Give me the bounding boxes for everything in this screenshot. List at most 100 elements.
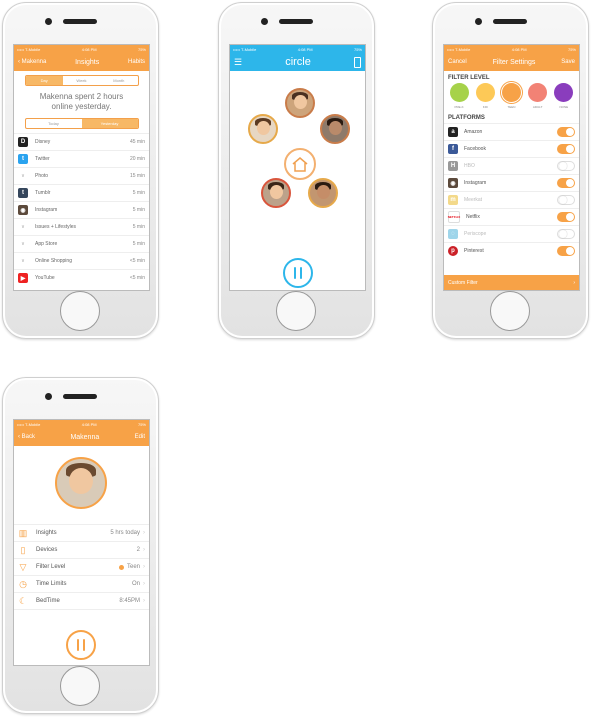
filter-level-heading: FILTER LEVEL — [448, 75, 490, 81]
netflix-icon: NETFLIX — [448, 211, 460, 223]
toggle-switch[interactable] — [557, 127, 575, 137]
level-kid[interactable]: KID — [475, 83, 495, 109]
clock: 4:08 PM — [297, 46, 313, 52]
list-item[interactable]: ▥ Insights 5 hrs today › — [14, 524, 149, 541]
nav-title: Makenna — [70, 433, 100, 441]
home-button[interactable] — [490, 291, 530, 331]
cancel-button[interactable]: Cancel — [448, 59, 467, 65]
avatar[interactable] — [308, 178, 338, 208]
phone-filters: ••••• T-Mobile 4:08 PM 75% Cancel Filter… — [432, 2, 589, 339]
instagram-icon: ◉ — [18, 205, 28, 215]
nav-title: Insights — [75, 58, 100, 66]
profile-avatar[interactable] — [55, 457, 107, 509]
toggle-switch[interactable] — [557, 212, 575, 222]
pause-button[interactable] — [66, 630, 96, 660]
tab-today[interactable]: Today — [26, 119, 82, 128]
list-item[interactable]: ∨ Online Shopping <5 min — [14, 252, 149, 269]
list-item[interactable]: ∨ App Store 5 min — [14, 235, 149, 252]
back-button[interactable]: ‹ Makenna — [18, 59, 46, 65]
pause-icon — [294, 267, 296, 279]
list-item[interactable]: ◷ Time Limits On › — [14, 575, 149, 592]
status-bar: ••••• T-Mobile 4:08 PM 75% — [444, 45, 579, 53]
level-teen[interactable]: TEEN — [501, 83, 521, 109]
nav-bar: ‹ Back Makenna Edit — [14, 428, 149, 446]
habits-button[interactable]: Habits — [128, 59, 145, 65]
speaker — [63, 394, 97, 399]
camera — [261, 18, 268, 25]
device-icon[interactable] — [354, 56, 361, 68]
usage-summary: Makenna spent 2 hours online yesterday. — [39, 92, 124, 111]
status-bar: ••••• T-Mobile 4:08 PM 75% — [14, 45, 149, 53]
list-item: a Amazon — [444, 123, 579, 140]
tab-yesterday[interactable]: Yesterday — [81, 119, 138, 128]
home-button[interactable] — [276, 291, 316, 331]
list-item: f Facebook — [444, 140, 579, 157]
status-bar: ••••• T-Mobile 4:08 PM 75% — [14, 420, 149, 428]
custom-filter-label: Custom Filter — [448, 279, 478, 286]
tab-day[interactable]: Day — [25, 76, 63, 85]
level-none[interactable]: NONE — [554, 83, 574, 109]
chevron-right-icon: › — [143, 547, 145, 553]
menu-icon[interactable]: ☰ — [234, 57, 242, 68]
toggle-switch[interactable] — [557, 229, 575, 239]
phone-profile: ••••• T-Mobile 4:08 PM 75% ‹ Back Makenn… — [2, 377, 159, 714]
toggle-switch[interactable] — [557, 144, 575, 154]
amazon-icon: a — [448, 127, 458, 137]
toggle-switch[interactable] — [557, 161, 575, 171]
edit-button[interactable]: Edit — [135, 434, 145, 440]
list-item[interactable]: ☾ BedTime 8:45PM › — [14, 592, 149, 610]
avatar[interactable] — [261, 178, 291, 208]
meerkat-icon: m — [448, 195, 458, 205]
phone-home: ••••• T-Mobile 4:08 PM 75% ☰ circle — [218, 2, 375, 339]
list-item[interactable]: ▶ YouTube <5 min — [14, 269, 149, 286]
chevron-right-icon: › — [143, 564, 145, 570]
list-item[interactable]: ◉ Instagram 5 min — [14, 201, 149, 218]
pause-icon — [77, 639, 79, 651]
tab-month[interactable]: Month — [100, 76, 137, 85]
carrier: ••••• T-Mobile — [447, 46, 471, 52]
home-button[interactable] — [60, 291, 100, 331]
instagram-icon: ◉ — [448, 178, 458, 188]
home-center-button[interactable] — [284, 148, 316, 180]
chevron-right-icon: › — [143, 581, 145, 587]
list-item[interactable]: ▽ Filter Level Teen › — [14, 558, 149, 575]
range-segmented-control: Day Week Month — [24, 75, 139, 86]
app-logo: circle — [285, 56, 311, 68]
platforms-heading: PLATFORMS — [448, 115, 485, 121]
level-adult[interactable]: ADULT — [528, 83, 548, 109]
nav-title: Filter Settings — [492, 58, 536, 66]
chevron-down-icon: ∨ — [21, 241, 25, 247]
chevron-right-icon: › — [573, 279, 575, 286]
disney-icon: D — [18, 137, 28, 147]
custom-filter-button[interactable]: Custom Filter › — [444, 275, 579, 290]
list-item[interactable]: ∨ Photo 15 min — [14, 167, 149, 184]
list-item: p Pinterest — [444, 242, 579, 259]
list-item[interactable]: ▯ Devices 2 › — [14, 541, 149, 558]
list-item[interactable]: t Tumblr 5 min — [14, 184, 149, 201]
list-item[interactable]: ∨ Issues + Lifestyles 5 min — [14, 218, 149, 235]
level-pre-k[interactable]: PRE-K — [449, 83, 469, 109]
house-icon — [292, 157, 308, 172]
battery: 75% — [567, 46, 576, 52]
avatar[interactable] — [285, 88, 315, 118]
home-button[interactable] — [60, 666, 100, 706]
chevron-right-icon: › — [143, 530, 145, 536]
speaker — [493, 19, 527, 24]
tab-week[interactable]: Week — [63, 76, 100, 85]
chevron-down-icon: ∨ — [21, 224, 25, 230]
toggle-switch[interactable] — [557, 246, 575, 256]
facebook-icon: f — [448, 144, 458, 154]
camera — [45, 18, 52, 25]
status-bar: ••••• T-Mobile 4:08 PM 75% — [230, 45, 365, 53]
save-button[interactable]: Save — [561, 59, 575, 65]
list-item[interactable]: D Disney 45 min — [14, 133, 149, 150]
pause-button[interactable] — [283, 258, 313, 288]
avatar[interactable] — [320, 114, 350, 144]
avatar[interactable] — [248, 114, 278, 144]
moon-icon: ☾ — [18, 595, 28, 606]
toggle-switch[interactable] — [557, 178, 575, 188]
toggle-switch[interactable] — [557, 195, 575, 205]
phone-insights: ••••• T-Mobile 4:08 PM 75% ‹ Makenna Ins… — [2, 2, 159, 339]
back-button[interactable]: ‹ Back — [18, 434, 35, 440]
list-item[interactable]: t Twitter 20 min — [14, 150, 149, 167]
